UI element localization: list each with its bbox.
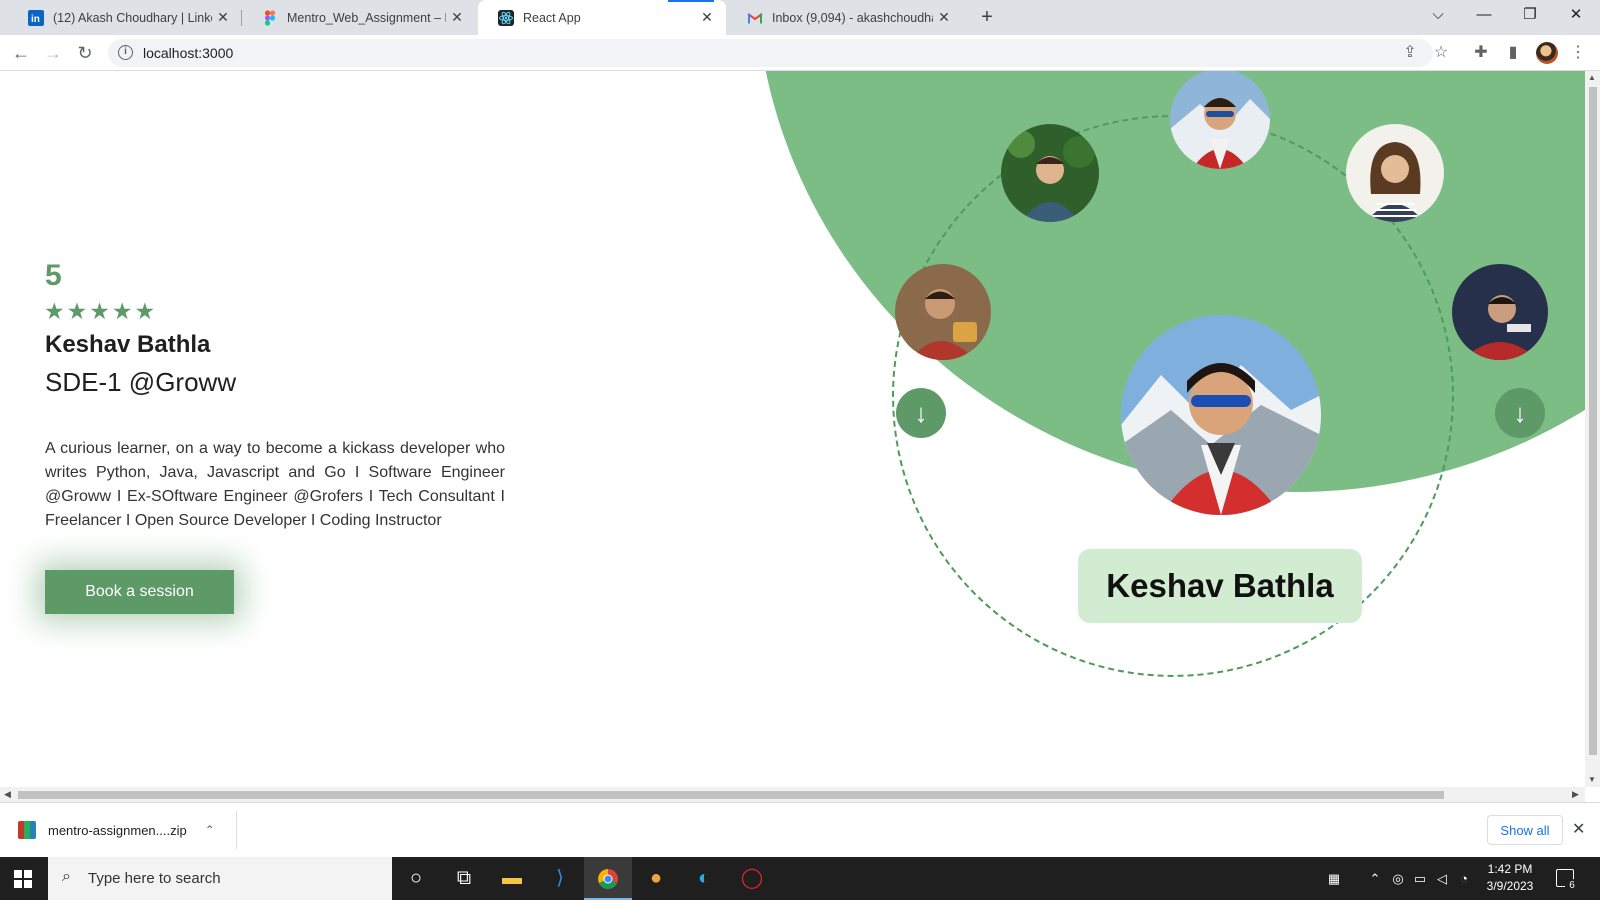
rating-stars-icon: ★★★★★: [44, 298, 158, 324]
notification-count-badge: 6: [1565, 879, 1579, 893]
reload-icon[interactable]: ↻: [73, 41, 97, 65]
mentor-name: Keshav Bathla: [45, 331, 211, 358]
clock-time: 1:42 PM: [1487, 862, 1533, 876]
browser-toolbar: ← → ↻ i localhost:3000 ⇪ ☆ ✚ ▮ ⋮: [0, 35, 1600, 71]
windows-taskbar: ⌕ Type here to search ○ ⧉ ▬ ⟩ ● ◐ ◯ ▦ ⌃ …: [0, 857, 1600, 900]
download-item[interactable]: mentro-assignmen....zip ⌃: [18, 813, 215, 847]
archive-file-icon: [18, 821, 36, 839]
bookmark-star-icon[interactable]: ☆: [1430, 42, 1452, 64]
rating-value: 5: [45, 259, 62, 292]
scroll-up-icon[interactable]: ▲: [1588, 73, 1596, 82]
figma-icon: [264, 9, 276, 26]
close-window-button[interactable]: ✕: [1553, 0, 1599, 32]
vertical-scrollbar[interactable]: ▲ ▼: [1585, 71, 1600, 787]
mentor-avatar-right-lower[interactable]: [1452, 264, 1548, 360]
search-icon: ⌕: [62, 868, 71, 885]
keyboard-layout-icon[interactable]: ▦: [1320, 857, 1348, 900]
address-bar[interactable]: i localhost:3000: [108, 39, 1433, 67]
chrome-icon[interactable]: [584, 857, 632, 900]
menu-kebab-icon[interactable]: ⋮: [1567, 42, 1589, 64]
vscode-icon[interactable]: ⟩: [536, 857, 584, 900]
edge-icon[interactable]: ◐: [680, 857, 728, 900]
next-mentor-arrow-down-icon[interactable]: ↓: [1495, 388, 1545, 438]
selected-mentor-photo: [1121, 315, 1321, 515]
cortana-circle-icon[interactable]: ○: [392, 857, 440, 900]
close-tab-icon[interactable]: ✕: [446, 9, 468, 26]
horizontal-scrollbar[interactable]: ◀ ▶: [0, 787, 1585, 802]
page-viewport: 5 ★★★★★ Keshav Bathla SDE-1 @Groww A cur…: [0, 71, 1585, 787]
tab-search-chevron-icon[interactable]: ⌵: [1415, 0, 1461, 32]
show-all-downloads-button[interactable]: Show all: [1487, 815, 1563, 845]
close-shelf-icon[interactable]: ✕: [1572, 819, 1585, 839]
chevron-up-icon[interactable]: ⌃: [205, 823, 215, 837]
tab-linkedin[interactable]: in (12) Akash Choudhary | LinkedIn ✕: [8, 0, 242, 35]
tab-react-app[interactable]: React App ✕: [478, 0, 726, 35]
react-icon: [498, 9, 514, 26]
gmail-icon: [747, 12, 763, 23]
task-view-icon[interactable]: ⧉: [440, 857, 488, 900]
tab-gmail[interactable]: Inbox (9,094) - akashchoudhary8 ✕: [727, 0, 963, 35]
tab-title: Mentro_Web_Assignment – Figma: [287, 10, 446, 25]
restore-button[interactable]: ❐: [1507, 0, 1553, 32]
scroll-left-icon[interactable]: ◀: [4, 789, 11, 800]
selected-mentor-name-card: Keshav Bathla: [1078, 549, 1362, 623]
close-tab-icon[interactable]: ✕: [212, 9, 234, 26]
mentor-avatar-left-lower[interactable]: [895, 264, 991, 360]
site-info-icon[interactable]: i: [118, 45, 133, 60]
prev-mentor-arrow-down-icon[interactable]: ↓: [896, 388, 946, 438]
clock-date: 3/9/2023: [1486, 879, 1534, 893]
linkedin-icon: in: [28, 9, 44, 26]
volume-icon[interactable]: ◁: [1432, 857, 1452, 900]
opera-icon[interactable]: ◯: [728, 857, 776, 900]
minimize-button[interactable]: —: [1461, 0, 1507, 32]
forward-arrow-icon[interactable]: →: [41, 41, 65, 65]
profile-avatar[interactable]: [1536, 42, 1558, 64]
extensions-puzzle-icon[interactable]: ✚: [1470, 42, 1492, 64]
mentor-avatar-left-upper[interactable]: [1001, 124, 1099, 222]
mentor-avatar-right-upper[interactable]: [1346, 124, 1444, 222]
scroll-right-icon[interactable]: ▶: [1572, 789, 1579, 800]
mentor-bio: A curious learner, on a way to become a …: [45, 440, 505, 529]
battery-icon[interactable]: ▭: [1410, 857, 1430, 900]
url-text[interactable]: localhost:3000: [143, 45, 233, 61]
side-panel-icon[interactable]: ▮: [1502, 42, 1524, 64]
vertical-scroll-thumb[interactable]: [1589, 87, 1597, 755]
tab-strip: in (12) Akash Choudhary | LinkedIn ✕ Men…: [0, 0, 1600, 35]
svg-text:in: in: [31, 14, 40, 25]
tab-title: Inbox (9,094) - akashchoudhary8: [772, 10, 933, 25]
share-icon[interactable]: ⇪: [1399, 42, 1421, 64]
show-hidden-icons-chevron-icon[interactable]: ⌃: [1366, 857, 1384, 900]
brave-browser-icon[interactable]: ●: [632, 857, 680, 900]
new-tab-button[interactable]: +: [975, 5, 999, 29]
windows-start-icon[interactable]: [14, 870, 32, 888]
horizontal-scroll-thumb[interactable]: [18, 791, 1444, 799]
webcam-icon[interactable]: ◎: [1388, 857, 1408, 900]
book-session-button[interactable]: Book a session: [45, 570, 234, 614]
taskbar-search-box[interactable]: ⌕ Type here to search: [48, 857, 392, 900]
download-shelf: mentro-assignmen....zip ⌃ Show all ✕: [0, 802, 1600, 857]
file-explorer-icon[interactable]: ▬: [488, 857, 536, 900]
mentor-avatar-top[interactable]: [1170, 71, 1270, 169]
download-filename: mentro-assignmen....zip: [48, 822, 187, 838]
taskbar-search-placeholder: Type here to search: [88, 870, 221, 887]
close-tab-icon[interactable]: ✕: [696, 9, 718, 26]
tab-title: (12) Akash Choudhary | LinkedIn: [53, 10, 212, 25]
close-tab-icon[interactable]: ✕: [933, 9, 955, 26]
mentor-role: SDE-1 @Groww: [45, 367, 237, 397]
scroll-down-icon[interactable]: ▼: [1588, 775, 1596, 784]
taskbar-clock[interactable]: 1:42 PM 3/9/2023: [1470, 861, 1550, 895]
tab-figma[interactable]: Mentro_Web_Assignment – Figma ✕: [242, 0, 476, 35]
back-arrow-icon[interactable]: ←: [9, 41, 33, 65]
tab-title: React App: [523, 10, 581, 25]
